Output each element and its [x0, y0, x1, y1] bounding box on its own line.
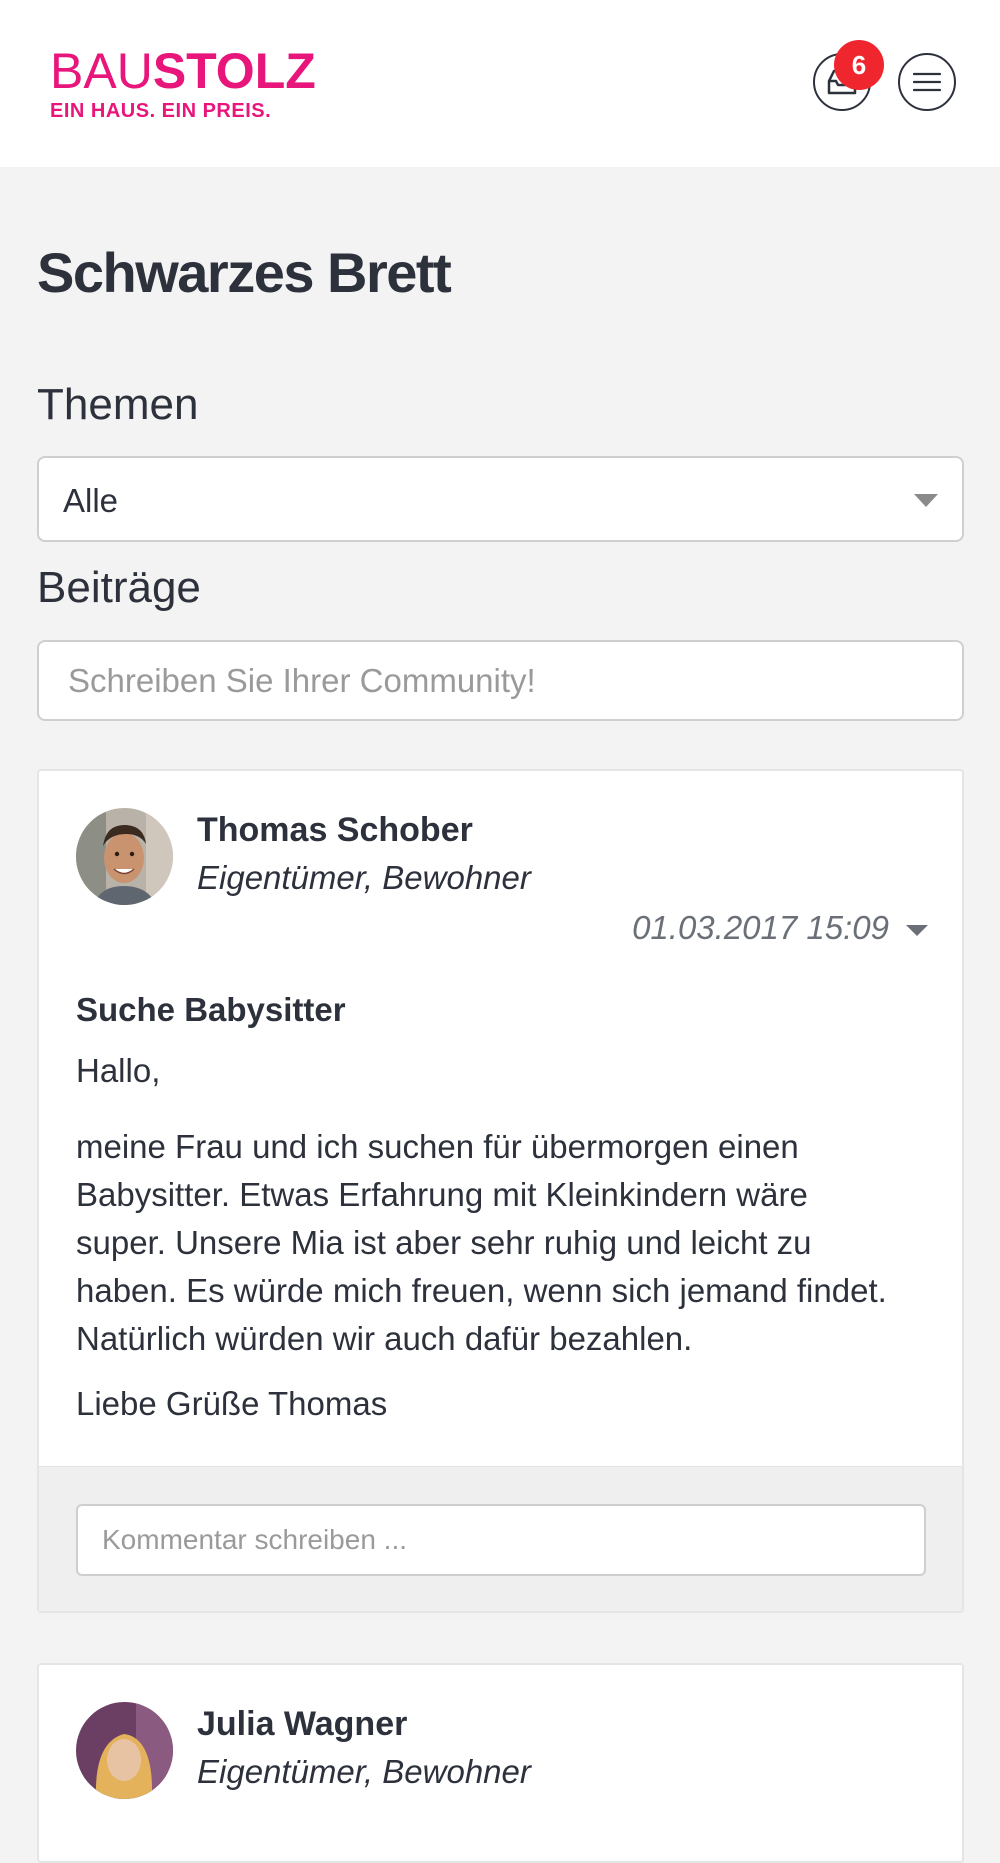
notification-badge: 6 — [834, 40, 884, 90]
topics-select-value: Alle — [63, 482, 119, 519]
post-options-caret-icon[interactable] — [906, 925, 928, 936]
new-post-input[interactable] — [37, 640, 964, 721]
topics-select[interactable]: Alle — [37, 456, 964, 542]
comment-section — [39, 1466, 962, 1611]
post-card: Julia Wagner Eigentümer, Bewohner — [37, 1663, 964, 1863]
logo-part-stolz: STOLZ — [152, 43, 316, 99]
post-card: Thomas Schober Eigentümer, Bewohner 01.0… — [37, 769, 964, 1613]
post-title: Suche Babysitter — [76, 991, 346, 1028]
author-name[interactable]: Thomas Schober — [197, 811, 473, 850]
posts-label: Beiträge — [37, 563, 201, 612]
post-body: meine Frau und ich suchen für übermorgen… — [76, 1128, 887, 1357]
caret-down-icon — [914, 494, 938, 507]
author-role: Eigentümer, Bewohner — [197, 1753, 531, 1790]
logo-tagline: EIN HAUS. EIN PREIS. — [50, 100, 272, 122]
app-header: BAUSTOLZ EIN HAUS. EIN PREIS. 6 — [0, 0, 1000, 167]
author-avatar[interactable] — [76, 808, 173, 905]
post-signoff: Liebe Grüße Thomas — [76, 1385, 388, 1422]
author-avatar[interactable] — [76, 1702, 173, 1799]
author-name[interactable]: Julia Wagner — [197, 1705, 407, 1744]
topics-label: Themen — [37, 380, 199, 429]
post-date: 01.03.2017 15:09 — [632, 909, 889, 946]
page-title: Schwarzes Brett — [37, 241, 452, 304]
post-greeting: Hallo, — [76, 1052, 161, 1089]
logo-wordmark: BAUSTOLZ — [50, 46, 316, 96]
author-role: Eigentümer, Bewohner — [197, 859, 531, 896]
hamburger-menu-icon — [913, 72, 941, 92]
menu-button[interactable] — [898, 53, 956, 111]
comment-input[interactable] — [76, 1504, 926, 1576]
logo-part-bau: BAU — [50, 43, 153, 99]
baustolz-logo[interactable]: BAUSTOLZ EIN HAUS. EIN PREIS. — [50, 46, 316, 123]
